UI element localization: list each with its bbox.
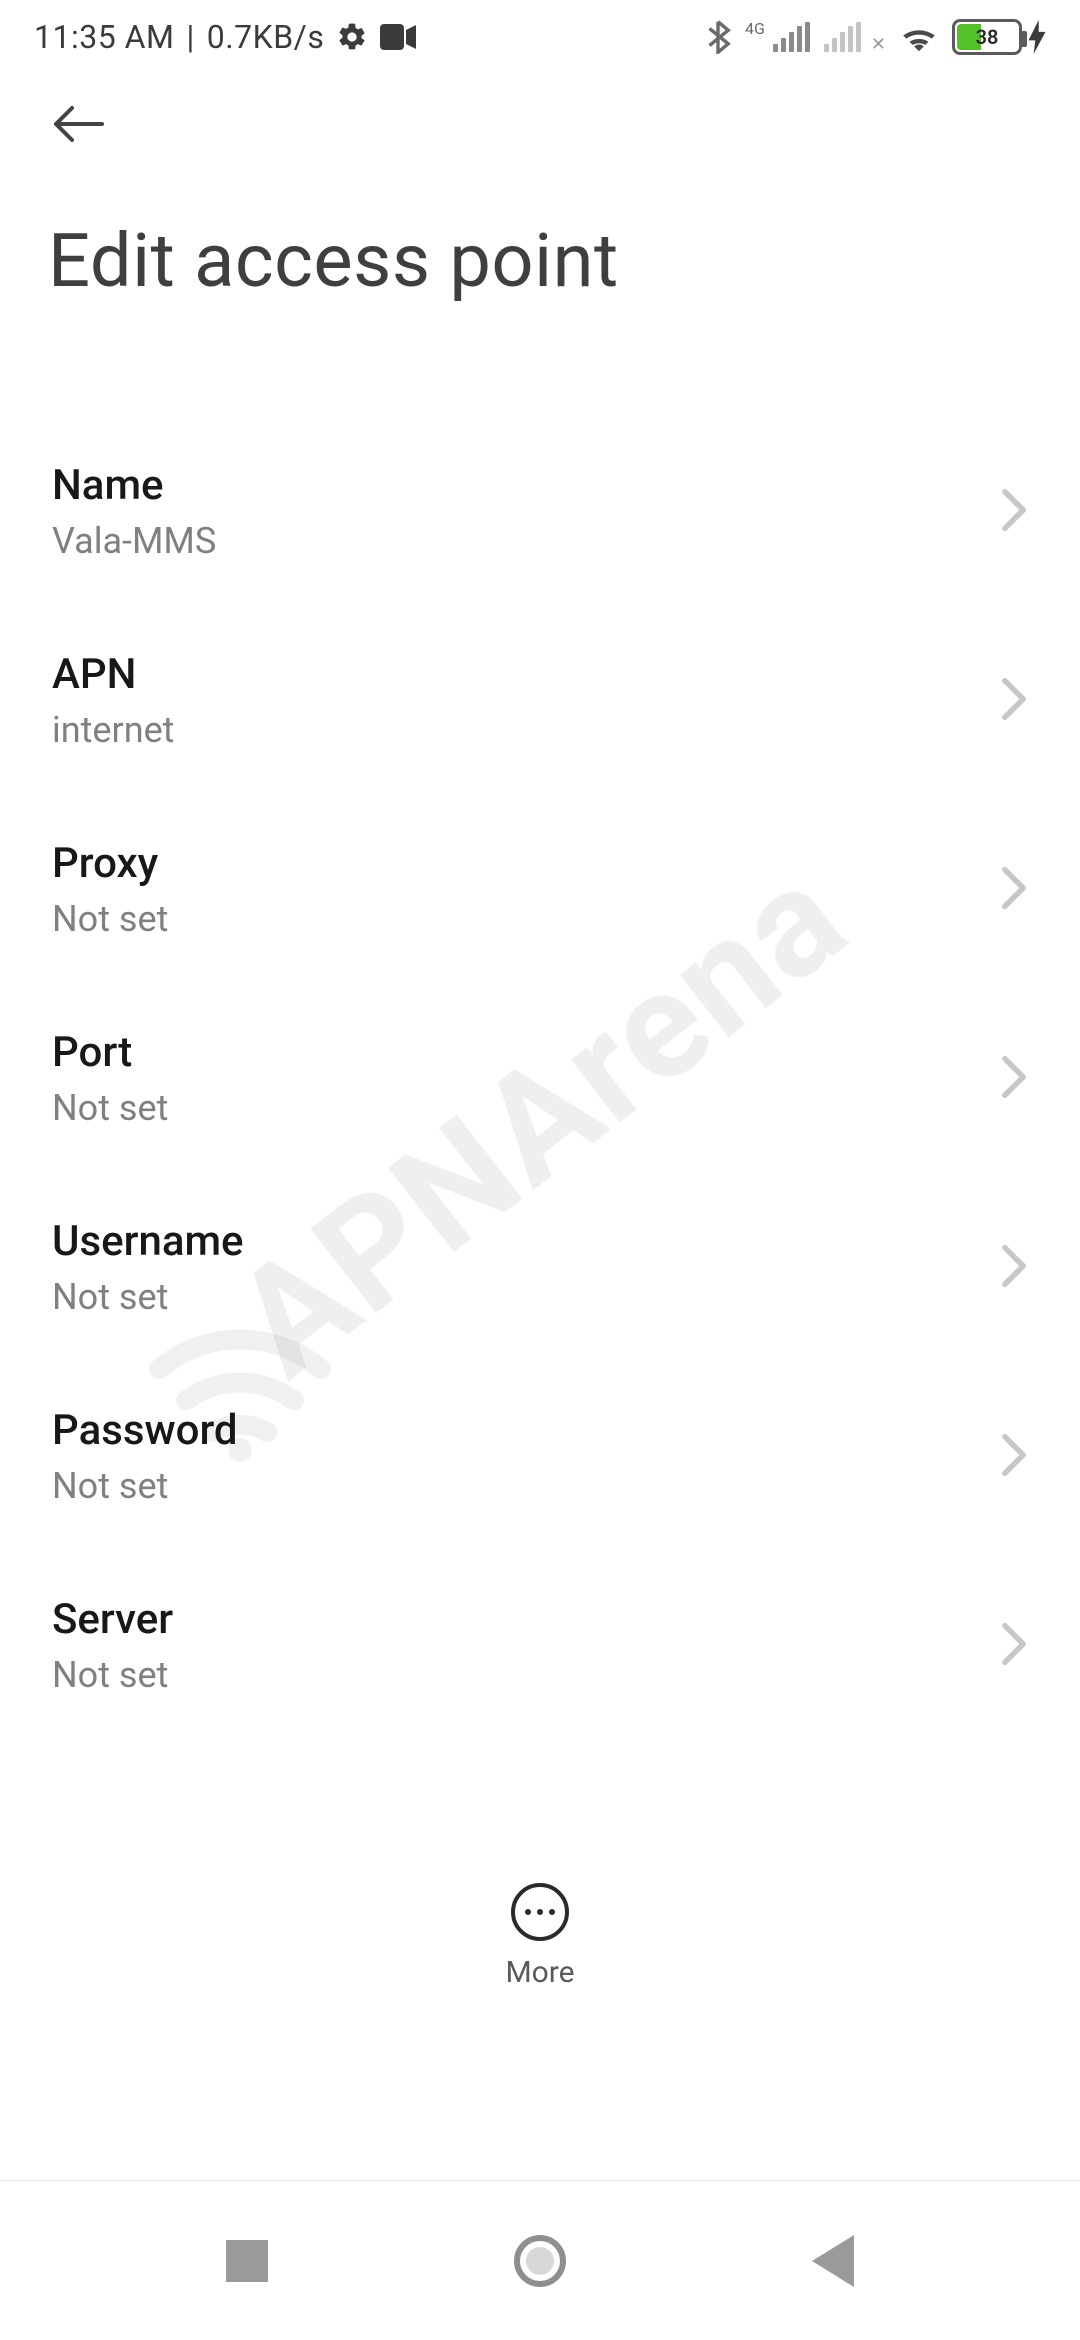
status-net-speed: 0.7KB/s [207, 18, 325, 56]
row-label: Password [52, 1406, 238, 1455]
square-icon [226, 2240, 268, 2282]
status-left: 11:35 AM | 0.7KB/s [34, 18, 416, 56]
row-username[interactable]: Username Not set [52, 1181, 1028, 1370]
bottom-toolbar: More [0, 1863, 1080, 1990]
gear-icon [336, 21, 368, 53]
nav-back-button[interactable] [773, 2221, 893, 2301]
page-header: Edit access point [0, 70, 1080, 305]
back-button[interactable] [48, 94, 108, 154]
row-server[interactable]: Server Not set [52, 1559, 1028, 1748]
chevron-right-icon [1000, 1622, 1028, 1670]
status-right: 4G ✕ 38 [705, 19, 1046, 55]
nav-home-button[interactable] [480, 2221, 600, 2301]
battery-indicator: 38 [952, 19, 1046, 55]
row-apn[interactable]: APN internet [52, 614, 1028, 803]
more-dots-icon [525, 1909, 555, 1915]
status-time: 11:35 AM [34, 18, 174, 56]
chevron-right-icon [1000, 488, 1028, 536]
bluetooth-icon [705, 20, 731, 54]
row-mmsc[interactable]: MMSC http://10.16.18.4:38090/was [52, 1748, 1028, 1757]
row-name[interactable]: Name Vala-MMS [52, 425, 1028, 614]
row-label: Username [52, 1217, 244, 1266]
network-type-label: 4G [745, 19, 765, 38]
signal-no-service-icon: ✕ [871, 34, 886, 55]
chevron-right-icon [1000, 1244, 1028, 1292]
row-password[interactable]: Password Not set [52, 1370, 1028, 1559]
row-value: Not set [52, 1087, 168, 1129]
nav-recents-button[interactable] [187, 2221, 307, 2301]
wifi-icon [900, 22, 938, 52]
row-label: APN [52, 650, 174, 699]
row-label: Port [52, 1028, 168, 1077]
row-label: Proxy [52, 839, 168, 888]
row-value: Vala-MMS [52, 520, 216, 562]
page-title: Edit access point [48, 218, 1040, 305]
chevron-right-icon [1000, 1055, 1028, 1103]
row-value: Not set [52, 1276, 244, 1318]
row-value: internet [52, 709, 174, 751]
status-bar: 11:35 AM | 0.7KB/s 4G ✕ 38 [0, 0, 1080, 70]
more-label: More [505, 1955, 574, 1990]
video-icon [380, 24, 416, 50]
charging-icon [1028, 20, 1046, 54]
row-port[interactable]: Port Not set [52, 992, 1028, 1181]
chevron-right-icon [1000, 677, 1028, 725]
row-value: Not set [52, 1465, 238, 1507]
row-value: Not set [52, 1654, 173, 1696]
row-label: Name [52, 461, 216, 510]
triangle-left-icon [812, 2235, 854, 2287]
row-proxy[interactable]: Proxy Not set [52, 803, 1028, 992]
battery-percent: 38 [976, 25, 999, 49]
circle-icon [514, 2235, 566, 2287]
status-separator: | [186, 18, 194, 56]
system-nav-bar [0, 2180, 1080, 2340]
row-label: Server [52, 1595, 173, 1644]
signal-sim1-icon [773, 22, 810, 52]
chevron-right-icon [1000, 1433, 1028, 1481]
chevron-right-icon [1000, 866, 1028, 914]
row-value: Not set [52, 898, 168, 940]
more-button[interactable] [511, 1883, 569, 1941]
settings-list: Name Vala-MMS APN internet Proxy [0, 425, 1080, 1757]
signal-sim2-icon [824, 22, 861, 52]
